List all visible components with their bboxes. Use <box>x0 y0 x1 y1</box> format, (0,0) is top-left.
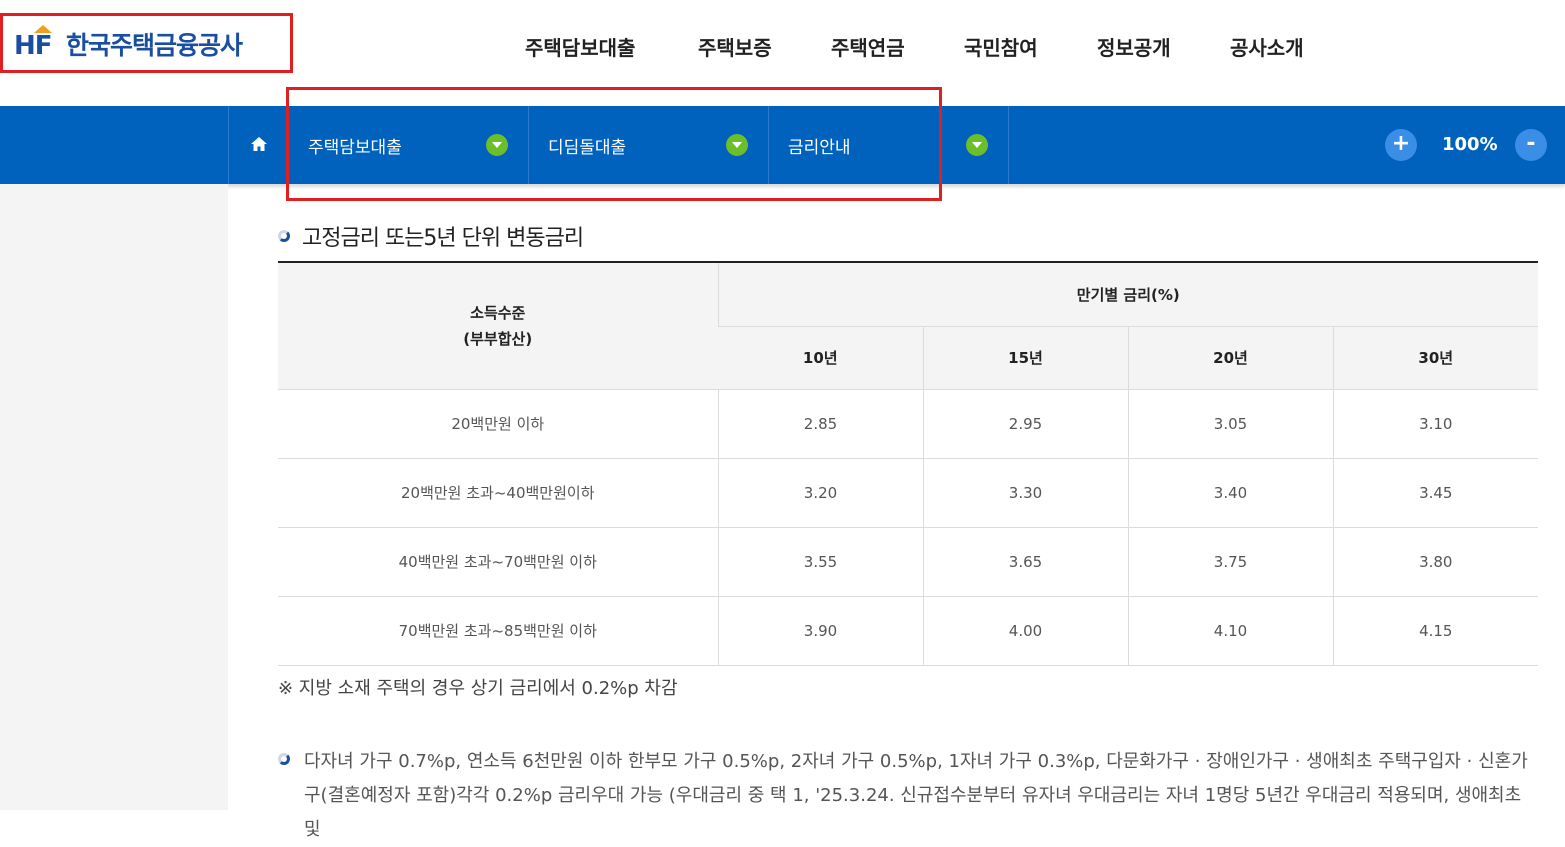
rate-cell: 3.80 <box>1332 527 1539 597</box>
rate-cell: 4.00 <box>922 596 1128 666</box>
income-cell: 40백만원 초과~70백만원 이하 <box>278 527 718 597</box>
term-header: 30년 <box>1332 326 1539 390</box>
chevron-down-icon <box>966 134 988 156</box>
table-footnote: ※ 지방 소재 주택의 경우 상기 금리에서 0.2%p 차감 <box>278 678 678 699</box>
rate-cell: 3.05 <box>1127 389 1333 459</box>
income-header: 소득수준 (부부합산) <box>278 262 718 390</box>
rate-cell: 3.90 <box>717 596 923 666</box>
rate-cell: 3.55 <box>717 527 923 597</box>
rate-cell: 3.10 <box>1332 389 1539 459</box>
location-label: 디딤돌대출 <box>548 138 627 158</box>
chevron-down-icon <box>726 134 748 156</box>
zoom-out-button[interactable]: - <box>1515 129 1547 161</box>
paragraph-text: 다자녀 가구 0.7%p, 연소득 6천만원 이하 한부모 가구 0.5%p, … <box>304 751 1528 840</box>
table-row: 20백만원 이하 2.85 2.95 3.05 3.10 <box>278 389 1539 459</box>
bar-divider <box>1008 106 1009 184</box>
rate-cell: 4.15 <box>1332 596 1539 666</box>
rate-cell: 3.20 <box>717 458 923 528</box>
income-cell: 20백만원 초과~40백만원이하 <box>278 458 718 528</box>
location-dropdown-rate-info[interactable]: 금리안내 <box>768 106 1008 184</box>
rate-header: 만기별 금리(%) <box>717 262 1539 327</box>
gnb-item-disclosure[interactable]: 정보공개 <box>1097 32 1171 61</box>
term-header: 15년 <box>922 326 1128 390</box>
chevron-down-icon <box>486 134 508 156</box>
rate-cell: 3.75 <box>1127 527 1333 597</box>
gnb-item-pension[interactable]: 주택연금 <box>831 32 905 61</box>
term-header: 20년 <box>1127 326 1333 390</box>
rate-cell: 3.45 <box>1332 458 1539 528</box>
zoom-level: 100% <box>1442 134 1498 155</box>
bullet-icon <box>278 230 290 242</box>
rate-cell: 3.30 <box>922 458 1128 528</box>
gnb-item-about[interactable]: 공사소개 <box>1230 32 1304 61</box>
home-icon[interactable] <box>248 134 270 154</box>
rate-cell: 3.40 <box>1127 458 1333 528</box>
section-title: 고정금리 또는5년 단위 변동금리 <box>302 226 584 251</box>
income-cell: 20백만원 이하 <box>278 389 718 459</box>
bullet-icon <box>278 753 290 765</box>
zoom-in-button[interactable]: + <box>1385 129 1417 161</box>
table-row: 40백만원 초과~70백만원 이하 3.55 3.65 3.75 3.80 <box>278 527 1539 597</box>
gnb-item-guarantee[interactable]: 주택보증 <box>698 32 772 61</box>
rate-table: 소득수준 (부부합산) 만기별 금리(%) 10년 15년 20년 30년 20… <box>278 261 1539 666</box>
rate-cell: 3.65 <box>922 527 1128 597</box>
income-header-line2: (부부합산) <box>463 329 533 348</box>
section-heading: 고정금리 또는5년 단위 변동금리 <box>278 220 584 252</box>
location-dropdown-didimdol[interactable]: 디딤돌대출 <box>528 106 768 184</box>
main-navigation: 주택담보대출 주택보증 주택연금 국민참여 정보공개 공사소개 <box>0 32 1565 64</box>
table-row: 70백만원 초과~85백만원 이하 3.90 4.00 4.10 4.15 <box>278 596 1539 666</box>
site-header: HF 한국주택금융공사 주택담보대출 주택보증 주택연금 국민참여 정보공개 공… <box>0 0 1565 106</box>
rate-cell: 2.95 <box>922 389 1128 459</box>
gnb-item-participation[interactable]: 국민참여 <box>964 32 1038 61</box>
rate-cell: 2.85 <box>717 389 923 459</box>
income-cell: 70백만원 초과~85백만원 이하 <box>278 596 718 666</box>
income-header-line1: 소득수준 <box>470 303 526 322</box>
location-bar: 주택담보대출 디딤돌대출 금리안내 + 100% - <box>0 106 1565 184</box>
gnb-item-mortgage[interactable]: 주택담보대출 <box>525 32 635 61</box>
bar-divider <box>228 106 229 184</box>
location-dropdown-mortgage[interactable]: 주택담보대출 <box>288 106 528 184</box>
location-label: 주택담보대출 <box>308 138 402 158</box>
preferential-rate-paragraph: 다자녀 가구 0.7%p, 연소득 6천만원 이하 한부모 가구 0.5%p, … <box>278 745 1538 847</box>
term-header: 10년 <box>718 326 923 390</box>
table-row: 20백만원 초과~40백만원이하 3.20 3.30 3.40 3.45 <box>278 458 1539 528</box>
location-label: 금리안내 <box>788 138 851 158</box>
rate-cell: 4.10 <box>1127 596 1333 666</box>
left-sidebar <box>0 184 228 810</box>
